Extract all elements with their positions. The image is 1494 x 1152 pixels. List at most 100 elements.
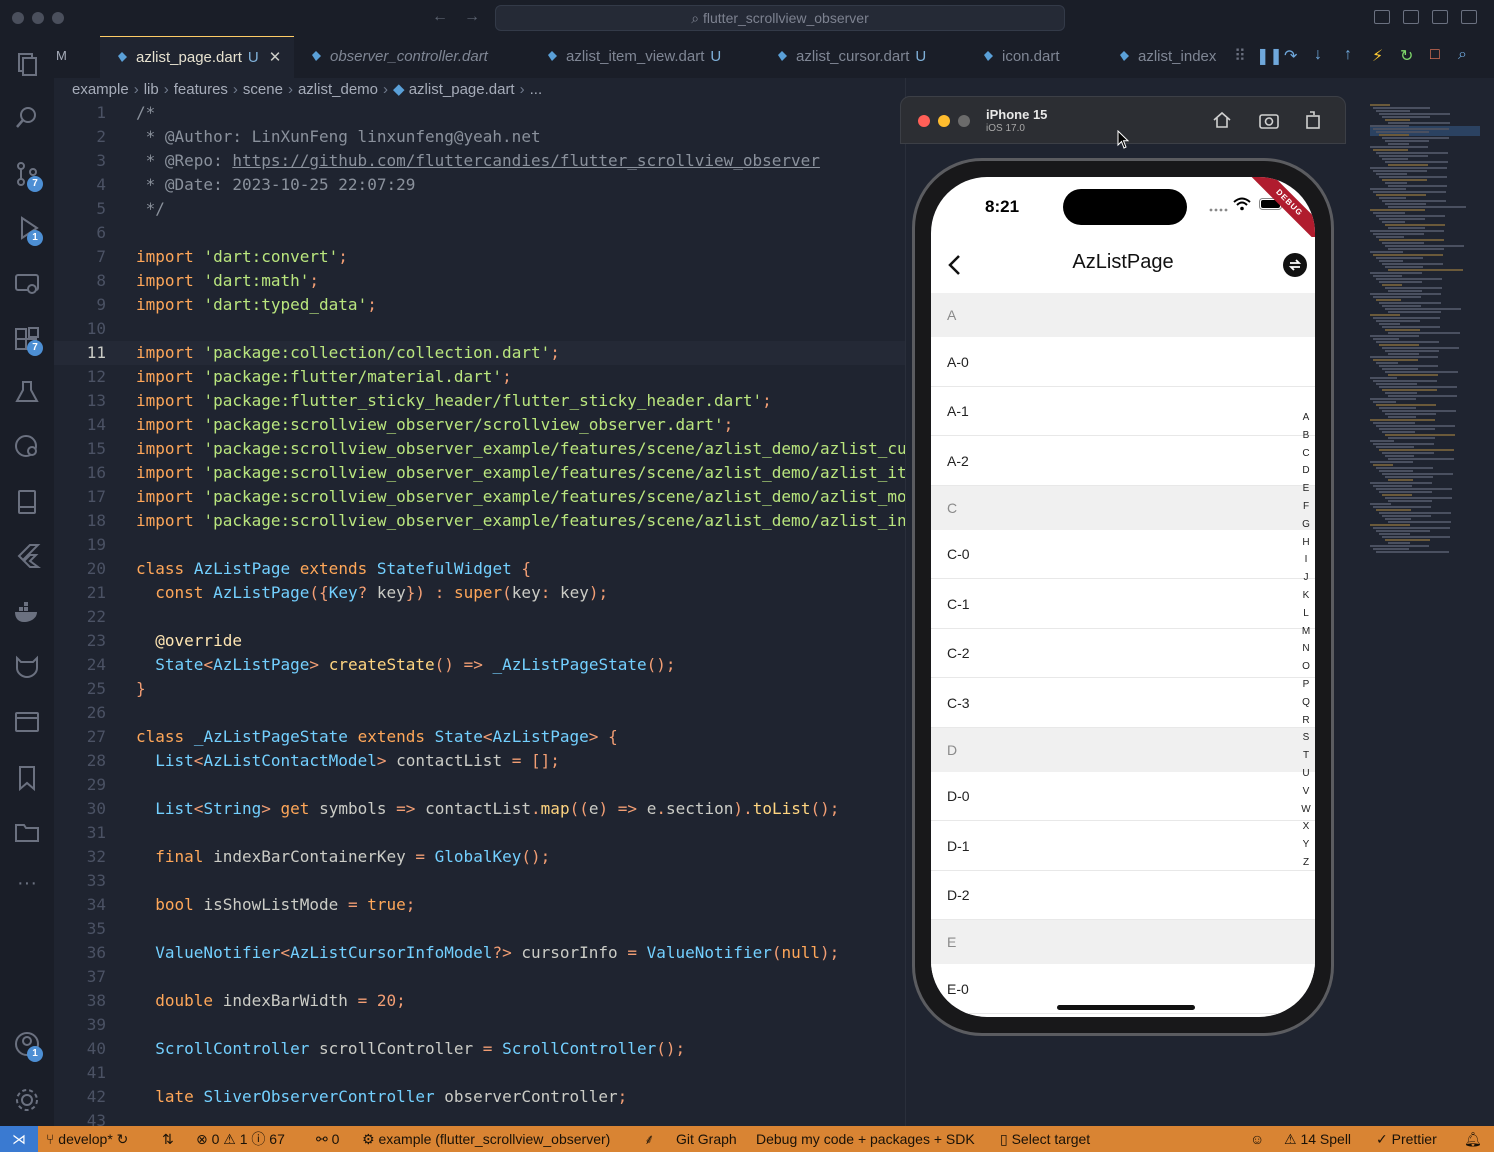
line-number[interactable]: 39: [54, 1013, 106, 1037]
code-line[interactable]: 15import 'package:scrollview_observer_ex…: [54, 437, 906, 461]
code-line[interactable]: 22: [54, 605, 906, 629]
line-number[interactable]: 8: [54, 269, 106, 293]
line-number[interactable]: 21: [54, 581, 106, 605]
list-item[interactable]: A-2: [931, 436, 1315, 486]
home-icon[interactable]: [1211, 109, 1233, 131]
code-line[interactable]: 24 State<AzListPage> createState() => _A…: [54, 653, 906, 677]
flutter-icon[interactable]: [13, 542, 41, 570]
line-number[interactable]: 38: [54, 989, 106, 1013]
index-letter[interactable]: E: [1297, 480, 1315, 498]
code-line[interactable]: 29: [54, 773, 906, 797]
code-line[interactable]: 5 */: [54, 197, 906, 221]
breadcrumb-item[interactable]: example: [72, 81, 129, 98]
toggle-sidebar-icon[interactable]: [1374, 10, 1390, 24]
git-graph-button[interactable]: Git Graph: [676, 1126, 737, 1152]
list-item[interactable]: A-1: [931, 387, 1315, 437]
code-line[interactable]: 27class _AzListPageState extends State<A…: [54, 725, 906, 749]
index-letter[interactable]: G: [1297, 516, 1315, 534]
line-number[interactable]: 32: [54, 845, 106, 869]
line-number[interactable]: 28: [54, 749, 106, 773]
index-letter[interactable]: O: [1297, 658, 1315, 676]
line-number[interactable]: 43: [54, 1109, 106, 1126]
line-number[interactable]: 2: [54, 125, 106, 149]
index-letter[interactable]: K: [1297, 587, 1315, 605]
code-line[interactable]: 11import 'package:collection/collection.…: [54, 341, 906, 365]
code-line[interactable]: 7import 'dart:convert';: [54, 245, 906, 269]
code-line[interactable]: 37: [54, 965, 906, 989]
line-number[interactable]: 27: [54, 725, 106, 749]
prettier-indicator[interactable]: ✓ Prettier: [1376, 1126, 1437, 1152]
debug-mode-selector[interactable]: Debug my code + packages + SDK: [756, 1126, 975, 1152]
breadcrumb-item[interactable]: scene: [243, 81, 283, 98]
list-item[interactable]: C-1: [931, 579, 1315, 629]
code-line[interactable]: 41: [54, 1061, 906, 1085]
explorer-icon[interactable]: [13, 50, 41, 78]
index-letter[interactable]: L: [1297, 605, 1315, 623]
line-number[interactable]: 36: [54, 941, 106, 965]
notifications-icon[interactable]: 🔔︎: [1464, 1126, 1482, 1152]
list-item[interactable]: C-2: [931, 629, 1315, 679]
testing-flask-icon[interactable]: [13, 378, 41, 406]
index-letter[interactable]: Q: [1297, 694, 1315, 712]
remote-indicator-icon[interactable]: ⋊: [0, 1126, 38, 1152]
index-letter[interactable]: B: [1297, 427, 1315, 445]
stop-icon[interactable]: □: [1430, 46, 1440, 64]
screenshot-icon[interactable]: [1258, 109, 1280, 131]
code-line[interactable]: 6: [54, 221, 906, 245]
line-number[interactable]: 6: [54, 221, 106, 245]
line-number[interactable]: 11: [54, 341, 106, 365]
search-icon[interactable]: [13, 104, 41, 132]
copilot-icon[interactable]: ☺: [1250, 1126, 1264, 1152]
inspect-widget-icon[interactable]: ⌕: [1458, 46, 1467, 64]
list-item[interactable]: D-1: [931, 821, 1315, 871]
zoom-window-button[interactable]: [52, 12, 64, 24]
index-letter[interactable]: H: [1297, 534, 1315, 552]
code-line[interactable]: 21 const AzListPage({Key? key}) : super(…: [54, 581, 906, 605]
swap-mode-icon[interactable]: [1283, 253, 1307, 277]
settings-gear-icon[interactable]: [13, 1086, 41, 1114]
code-line[interactable]: 38 double indexBarWidth = 20;: [54, 989, 906, 1013]
home-indicator[interactable]: [1057, 1005, 1195, 1010]
breadcrumb-item[interactable]: azlist_demo: [298, 81, 378, 98]
sync-icon[interactable]: ↻: [113, 1131, 129, 1147]
restart-icon[interactable]: ↻: [1400, 46, 1413, 66]
line-number[interactable]: 15: [54, 437, 106, 461]
tab-azlist-page[interactable]: azlist_page.dartU✕: [100, 36, 294, 78]
sim-zoom-button[interactable]: [958, 115, 970, 127]
flutter-status-icon[interactable]: ⸙: [644, 1126, 655, 1152]
code-line[interactable]: 13import 'package:flutter_sticky_header/…: [54, 389, 906, 413]
line-number[interactable]: 34: [54, 893, 106, 917]
line-number[interactable]: 33: [54, 869, 106, 893]
code-line[interactable]: 3 * @Repo: https://github.com/fluttercan…: [54, 149, 906, 173]
tab-azlist-cursor[interactable]: azlist_cursor.dartU: [776, 36, 962, 78]
code-line[interactable]: 40 ScrollController scrollController = S…: [54, 1037, 906, 1061]
breadcrumb-item[interactable]: features: [174, 81, 228, 98]
index-letter[interactable]: C: [1297, 445, 1315, 463]
code-line[interactable]: 19: [54, 533, 906, 557]
sim-minimize-button[interactable]: [938, 115, 950, 127]
line-number[interactable]: 40: [54, 1037, 106, 1061]
line-number[interactable]: 10: [54, 317, 106, 341]
list-item[interactable]: D-2: [931, 871, 1315, 921]
line-number[interactable]: 5: [54, 197, 106, 221]
line-number[interactable]: 41: [54, 1061, 106, 1085]
code-editor[interactable]: 1/*2 * @Author: LinXunFeng linxunfeng@ye…: [54, 100, 906, 1126]
code-line[interactable]: 32 final indexBarContainerKey = GlobalKe…: [54, 845, 906, 869]
index-letter[interactable]: D: [1297, 462, 1315, 480]
breadcrumb-item[interactable]: azlist_page.dart: [409, 81, 515, 98]
minimap[interactable]: [1360, 100, 1494, 1126]
branch-indicator[interactable]: ⑂ develop* ↻: [46, 1126, 128, 1152]
tab-azlist-item-view[interactable]: azlist_item_view.dartU: [546, 36, 750, 78]
tab-azlist-index[interactable]: azlist_index: [1118, 36, 1222, 78]
code-line[interactable]: 43: [54, 1109, 906, 1126]
line-number[interactable]: 29: [54, 773, 106, 797]
code-line[interactable]: 36 ValueNotifier<AzListCursorInfoModel?>…: [54, 941, 906, 965]
back-arrow-icon[interactable]: ←: [432, 8, 448, 26]
tab-observer-controller[interactable]: observer_controller.dart: [310, 36, 522, 78]
problems-indicator[interactable]: ⊗ 0 ⚠ 1 ⓘ 67: [196, 1126, 285, 1152]
code-line[interactable]: 18import 'package:scrollview_observer_ex…: [54, 509, 906, 533]
code-line[interactable]: 2 * @Author: LinXunFeng linxunfeng@yeah.…: [54, 125, 906, 149]
index-bar[interactable]: ABCDEFGHIJKLMNOPQRSTUVWXYZ: [1297, 409, 1315, 872]
code-line[interactable]: 20class AzListPage extends StatefulWidge…: [54, 557, 906, 581]
code-line[interactable]: 34 bool isShowListMode = true;: [54, 893, 906, 917]
